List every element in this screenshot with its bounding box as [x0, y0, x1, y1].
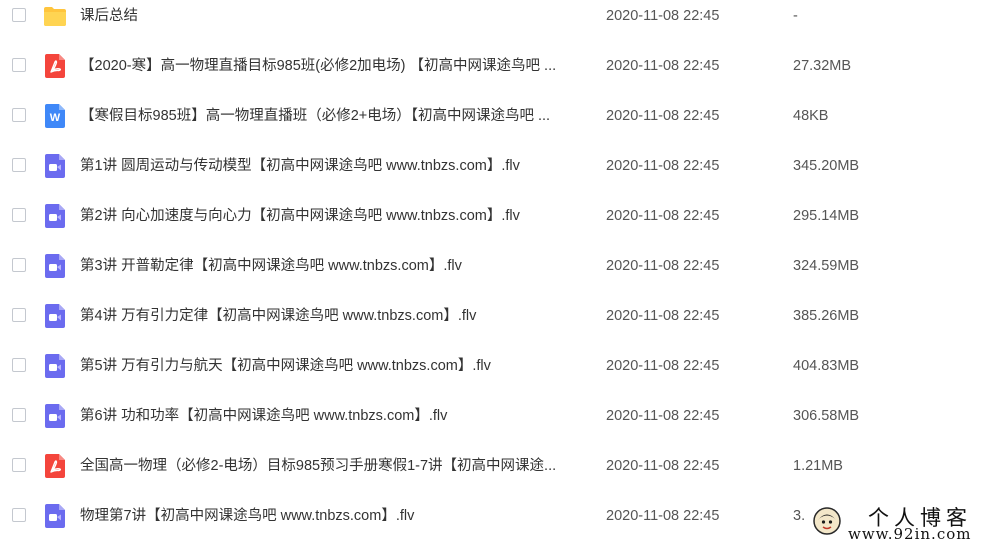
- file-size: 306.58MB: [793, 408, 860, 424]
- file-row[interactable]: 课后总结 2020-11-08 22:45 -: [0, 0, 1002, 36]
- video-file-icon: [45, 204, 65, 228]
- file-name[interactable]: 第3讲 开普勒定律【初高中网课途鸟吧 www.tnbzs.com】.flv: [80, 256, 585, 276]
- file-name[interactable]: 物理第7讲【初高中网课途鸟吧 www.tnbzs.com】.flv: [80, 506, 585, 526]
- video-file-icon: [45, 254, 65, 278]
- file-size: 295.14MB: [793, 208, 860, 224]
- row-checkbox[interactable]: [12, 158, 26, 172]
- video-file-icon: [45, 154, 65, 178]
- file-name[interactable]: 【寒假目标985班】高一物理直播班（必修2+电场）【初高中网课途鸟吧 ...: [80, 106, 585, 126]
- folder-icon: [44, 7, 66, 26]
- file-size: 324.59MB: [793, 258, 860, 274]
- file-row[interactable]: 第2讲 向心加速度与向心力【初高中网课途鸟吧 www.tnbzs.com】.fl…: [0, 196, 1002, 236]
- video-file-icon: [45, 404, 65, 428]
- row-checkbox[interactable]: [12, 8, 26, 22]
- video-file-icon: [45, 304, 65, 328]
- file-modified-time: 2020-11-08 22:45: [606, 58, 720, 74]
- row-checkbox[interactable]: [12, 308, 26, 322]
- file-row[interactable]: 【2020-寒】高一物理直播目标985班(必修2加电场) 【初高中网课途鸟吧 .…: [0, 46, 1002, 86]
- file-size: 1.21MB: [793, 458, 843, 474]
- file-modified-time: 2020-11-08 22:45: [606, 108, 720, 124]
- video-file-icon: [45, 504, 65, 528]
- row-checkbox[interactable]: [12, 258, 26, 272]
- file-name[interactable]: 第1讲 圆周运动与传动模型【初高中网课途鸟吧 www.tnbzs.com】.fl…: [80, 156, 585, 176]
- watermark: 个人博客 www.92in.com: [806, 500, 1002, 545]
- file-name[interactable]: 【2020-寒】高一物理直播目标985班(必修2加电场) 【初高中网课途鸟吧 .…: [80, 56, 585, 76]
- row-checkbox[interactable]: [12, 358, 26, 372]
- file-modified-time: 2020-11-08 22:45: [606, 458, 720, 474]
- file-name[interactable]: 全国高一物理（必修2-电场）目标985预习手册寒假1-7讲【初高中网课途...: [80, 456, 585, 476]
- row-checkbox[interactable]: [12, 208, 26, 222]
- row-checkbox[interactable]: [12, 408, 26, 422]
- file-row[interactable]: W 【寒假目标985班】高一物理直播班（必修2+电场）【初高中网课途鸟吧 ... 2…: [0, 96, 1002, 136]
- word-file-icon: W: [45, 104, 65, 128]
- file-name[interactable]: 第5讲 万有引力与航天【初高中网课途鸟吧 www.tnbzs.com】.flv: [80, 356, 585, 376]
- row-checkbox[interactable]: [12, 58, 26, 72]
- file-size: 345.20MB: [793, 158, 860, 174]
- file-modified-time: 2020-11-08 22:45: [606, 8, 720, 24]
- row-checkbox[interactable]: [12, 458, 26, 472]
- file-modified-time: 2020-11-08 22:45: [606, 408, 720, 424]
- row-checkbox[interactable]: [12, 108, 26, 122]
- file-row[interactable]: 全国高一物理（必修2-电场）目标985预习手册寒假1-7讲【初高中网课途... 2…: [0, 446, 1002, 486]
- pdf-file-icon: [45, 54, 65, 78]
- file-name[interactable]: 第4讲 万有引力定律【初高中网课途鸟吧 www.tnbzs.com】.flv: [80, 306, 585, 326]
- file-modified-time: 2020-11-08 22:45: [606, 258, 720, 274]
- file-row[interactable]: 第5讲 万有引力与航天【初高中网课途鸟吧 www.tnbzs.com】.flv 2…: [0, 346, 1002, 386]
- file-name[interactable]: 第6讲 功和功率【初高中网课途鸟吧 www.tnbzs.com】.flv: [80, 406, 585, 426]
- file-size: 48KB: [793, 108, 829, 124]
- pdf-file-icon: [45, 454, 65, 478]
- file-size: -: [793, 8, 798, 24]
- row-checkbox[interactable]: [12, 508, 26, 522]
- file-size: 404.83MB: [793, 358, 860, 374]
- file-row[interactable]: 第1讲 圆周运动与传动模型【初高中网课途鸟吧 www.tnbzs.com】.fl…: [0, 146, 1002, 186]
- file-modified-time: 2020-11-08 22:45: [606, 508, 720, 524]
- file-size: 3.: [793, 508, 806, 524]
- file-row[interactable]: 第6讲 功和功率【初高中网课途鸟吧 www.tnbzs.com】.flv 2020…: [0, 396, 1002, 436]
- svg-text:W: W: [50, 112, 61, 124]
- file-modified-time: 2020-11-08 22:45: [606, 358, 720, 374]
- file-row[interactable]: 第4讲 万有引力定律【初高中网课途鸟吧 www.tnbzs.com】.flv 20…: [0, 296, 1002, 336]
- file-modified-time: 2020-11-08 22:45: [606, 158, 720, 174]
- video-file-icon: [45, 354, 65, 378]
- file-modified-time: 2020-11-08 22:45: [606, 208, 720, 224]
- blog-logo-icon: [813, 507, 841, 535]
- file-size: 385.26MB: [793, 308, 860, 324]
- watermark-url: www.92in.com: [848, 525, 972, 543]
- file-name[interactable]: 课后总结: [80, 6, 585, 26]
- file-row[interactable]: 第3讲 开普勒定律【初高中网课途鸟吧 www.tnbzs.com】.flv 202…: [0, 246, 1002, 286]
- file-size: 27.32MB: [793, 58, 852, 74]
- file-modified-time: 2020-11-08 22:45: [606, 308, 720, 324]
- file-name[interactable]: 第2讲 向心加速度与向心力【初高中网课途鸟吧 www.tnbzs.com】.fl…: [80, 206, 585, 226]
